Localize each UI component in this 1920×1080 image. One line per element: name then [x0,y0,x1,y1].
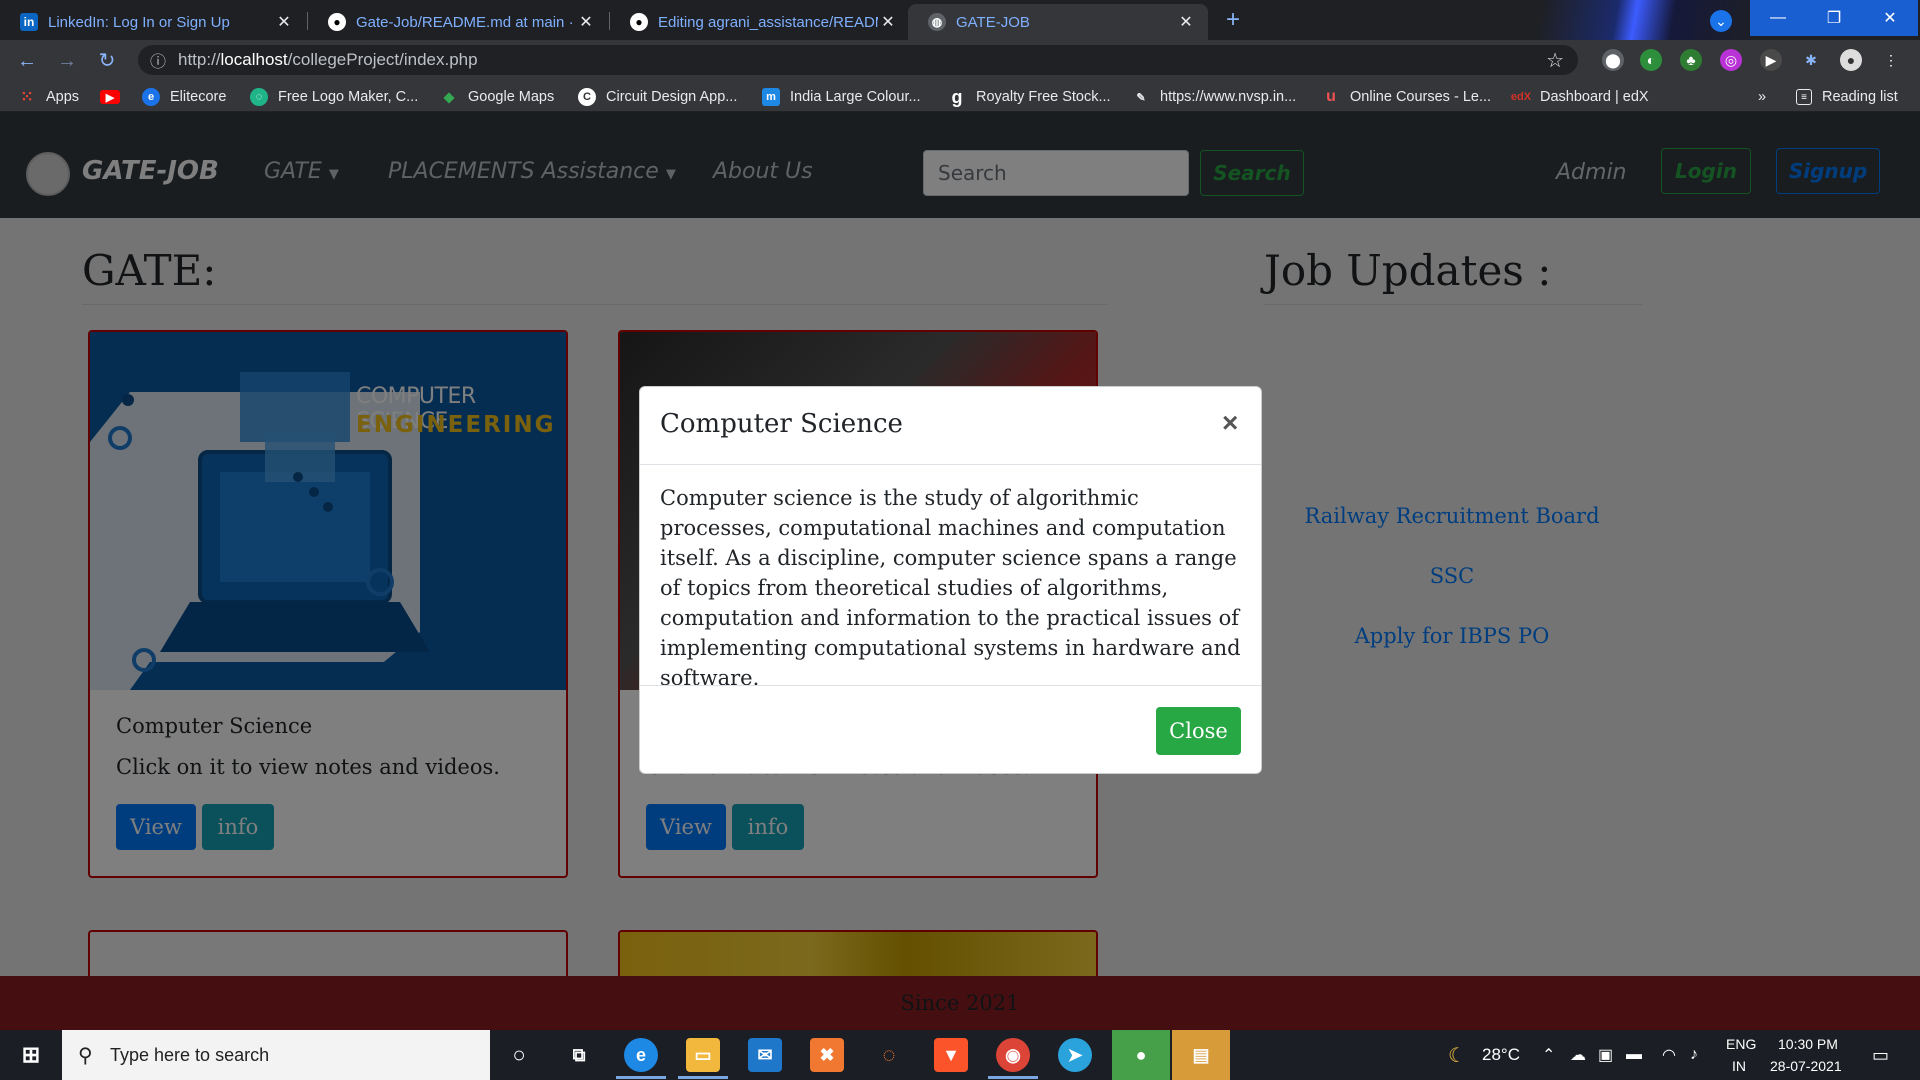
running-indicator [678,1076,728,1079]
language-code[interactable]: ENG [1726,1036,1756,1052]
brave-icon[interactable]: ▼ [934,1038,968,1072]
reading-list[interactable]: ≡ Reading list [1796,86,1898,108]
edge-icon[interactable]: e [624,1038,658,1072]
windows-taskbar: ⊞ ⚲ Type here to search ○ ⧉ e ▭ ✉ ✖ ◌ ▼ … [0,1030,1920,1080]
notepad-icon[interactable]: ▤ [1172,1030,1230,1080]
modal-body: Computer science is the study of algorit… [660,486,1241,690]
info-modal: Computer Science × Computer science is t… [639,386,1262,774]
volume-icon[interactable]: ♪ [1690,1030,1698,1080]
bookmark-edx[interactable]: edX Dashboard | edX [1510,86,1649,108]
avatar[interactable]: ● [1840,49,1862,71]
github-icon: ● [328,13,346,31]
m-icon: m [762,88,780,106]
xampp-icon[interactable]: ✖ [810,1038,844,1072]
reload-icon[interactable]: ↻ [94,48,120,74]
telegram-icon[interactable]: ➤ [1058,1038,1092,1072]
bookmark-apps[interactable]: ⁙ Apps [18,86,79,108]
g-icon: g [951,86,963,107]
tray-chevron-icon[interactable]: ⌃ [1542,1030,1555,1080]
file-explorer-icon[interactable]: ▭ [686,1038,720,1072]
spotify-icon[interactable]: ● [1112,1030,1170,1080]
tab-linkedin[interactable]: in LinkedIn: Log In or Sign Up ✕ [0,4,306,40]
profile-dropdown-icon[interactable]: ⌄ [1710,10,1732,32]
close-tab-icon[interactable]: ✕ [274,12,294,32]
linkedin-icon: in [20,13,38,31]
youtube-icon: ▶ [100,90,120,104]
restore-icon[interactable]: ❐ [1806,0,1862,36]
close-window-icon[interactable]: ✕ [1862,0,1918,36]
bookmark-royalty-free[interactable]: g Royalty Free Stock... [948,86,1111,108]
nvsp-icon: ✎ [1136,91,1146,104]
udemy-icon: u [1326,88,1336,105]
puzzle-icon[interactable]: ✱ [1800,49,1822,71]
extension-icon[interactable]: ⬤ [1602,49,1624,71]
extension-icon[interactable]: ◎ [1720,49,1742,71]
search-icon: ⚲ [78,1044,93,1067]
elitecore-icon: e [142,88,160,106]
more-bookmarks-icon[interactable]: » [1758,86,1766,108]
page-content: GATE-JOB GATE ▼ PLACEMENTS Assistance ▼ … [0,112,1920,1030]
meet-now-icon[interactable]: ▣ [1598,1030,1613,1080]
reading-list-icon: ≡ [1796,89,1812,105]
cortana-icon[interactable]: ○ [502,1038,536,1072]
notifications-icon[interactable]: ▭ [1872,1030,1889,1080]
running-indicator [988,1076,1038,1079]
tab-github-readme[interactable]: ● Gate-Job/README.md at main · t ✕ [308,4,608,40]
taskbar-search-input[interactable]: ⚲ Type here to search [62,1030,490,1080]
extension-icon[interactable]: ◐ [1640,49,1662,71]
circuit-icon: C [578,88,596,106]
bookmark-google-maps[interactable]: ⬥ Google Maps [440,86,555,108]
task-view-icon[interactable]: ⧉ [562,1038,596,1072]
address-bar[interactable]: ⓘ http://localhost/collegeProject/index.… [138,45,1578,75]
info-icon[interactable]: ⓘ [150,48,166,72]
weather-temp[interactable]: 28°C [1482,1030,1520,1080]
tab-strip: in LinkedIn: Log In or Sign Up ✕ ● Gate-… [0,0,1920,40]
bookmark-online-courses[interactable]: u Online Courses - Le... [1322,86,1491,108]
modal-title: Computer Science [660,409,903,439]
logo-maker-icon: ◌ [250,88,268,106]
clock-time[interactable]: 10:30 PM [1778,1036,1838,1052]
menu-icon[interactable]: ⋮ [1880,49,1902,71]
modal-divider [640,464,1261,465]
windows-start-icon[interactable]: ⊞ [14,1038,48,1072]
bookmark-elitecore[interactable]: e Elitecore [142,86,226,108]
edx-icon: edX [1510,91,1532,103]
bookmark-circuit-design[interactable]: C Circuit Design App... [578,86,737,108]
github-icon: ● [630,13,648,31]
bookmark-youtube[interactable]: ▶ [100,86,130,108]
jupyter-icon[interactable]: ◌ [872,1038,906,1072]
bookmark-india-colour[interactable]: m India Large Colour... [762,86,921,108]
back-icon[interactable]: ← [14,48,40,74]
wifi-icon[interactable]: ◠ [1662,1030,1676,1080]
mail-icon[interactable]: ✉ [748,1038,782,1072]
tab-gate-job[interactable]: ◍ GATE-JOB ✕ [908,4,1208,40]
onedrive-icon[interactable]: ☁ [1570,1030,1586,1080]
forward-icon[interactable]: → [54,48,80,74]
bookmarks-bar: ⁙ Apps ▶ e Elitecore ◌ Free Logo Maker, … [0,80,1920,112]
modal-close-icon[interactable]: × [1222,407,1238,439]
bookmark-star-icon[interactable]: ☆ [1546,48,1564,73]
minimize-icon[interactable]: — [1750,0,1806,36]
map-pin-icon: ⬥ [443,88,455,106]
bookmark-nvsp[interactable]: ✎ https://www.nvsp.in... [1132,86,1296,108]
close-tab-icon[interactable]: ✕ [576,12,596,32]
weather-moon-icon[interactable]: ☾ [1448,1030,1466,1080]
close-tab-icon[interactable]: ✕ [878,12,898,32]
apps-grid-icon: ⁙ [20,89,34,106]
clock-date[interactable]: 28-07-2021 [1770,1058,1842,1074]
new-tab-button[interactable]: + [1220,8,1246,34]
modal-close-button[interactable]: Close [1156,707,1241,755]
globe-icon: ◍ [928,13,946,31]
tab-github-editing[interactable]: ● Editing agrani_assistance/READM ✕ [610,4,910,40]
language-region[interactable]: IN [1732,1058,1746,1074]
bookmark-logo-maker[interactable]: ◌ Free Logo Maker, C... [250,86,418,108]
battery-icon[interactable]: ▬ [1626,1030,1642,1080]
modal-divider [640,685,1261,686]
chrome-icon[interactable]: ◉ [996,1038,1030,1072]
extension-icon[interactable]: ▶ [1760,49,1782,71]
browser-toolbar: ← → ↻ ⓘ http://localhost/collegeProject/… [0,40,1920,80]
close-tab-icon[interactable]: ✕ [1176,12,1196,32]
tree-extension-icon[interactable]: ♣ [1680,49,1702,71]
running-indicator [616,1076,666,1079]
